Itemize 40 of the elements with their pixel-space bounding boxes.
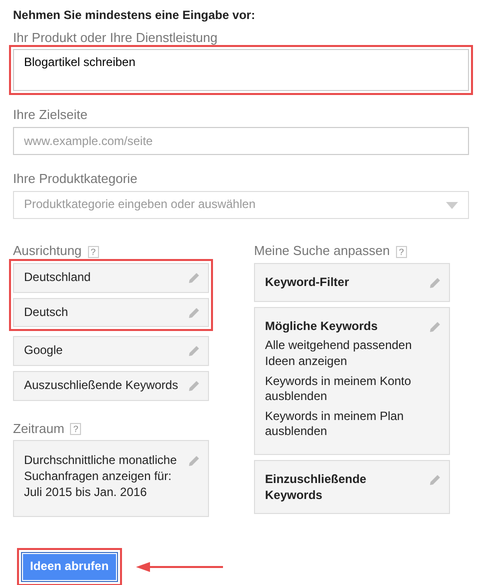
pencil-icon[interactable] [188, 306, 200, 319]
url-field[interactable]: www.example.com/seite [13, 127, 469, 156]
pencil-icon[interactable] [188, 345, 200, 358]
section-label: Ausrichtung [13, 243, 82, 260]
item-label: Deutsch [24, 304, 68, 320]
pencil-icon[interactable] [429, 277, 441, 290]
pencil-icon[interactable] [188, 380, 200, 392]
item-label: Google [24, 343, 63, 359]
help-icon[interactable]: ? [70, 423, 82, 436]
field-label: Ihr Produkt oder Ihre Dienstleistung [13, 30, 218, 46]
product-field[interactable]: Blogartikel schreiben [13, 49, 469, 92]
targeting-item[interactable]: Auszuschließende Keywords [13, 370, 209, 401]
filter-card[interactable]: Einzuschließende Keywords [254, 460, 450, 514]
targeting-item[interactable]: Deutsch [13, 298, 209, 328]
dropdown-arrow-icon [446, 202, 458, 209]
date-range-card[interactable]: Durchschnittliche monatliche Suchanfragen anzeigen für: Juli 2015 bis Jan. 2016 [13, 440, 209, 518]
item-label: Auszuschließende Keywords [24, 378, 178, 394]
card-option: Keywords in meinem Plan ausblenden [265, 408, 426, 440]
card-option: Alle weitgehend passenden Ideen anzeigen [265, 338, 426, 370]
pencil-icon[interactable] [188, 455, 200, 468]
item-label: Deutschland [24, 270, 91, 286]
date-range-text: Durchschnittliche monatliche Suchanfragen anzeigen für: Juli 2015 bis Jan. 2016 [24, 453, 178, 500]
filter-card[interactable]: Keyword-Filter [254, 263, 450, 302]
section-label: Zeitraum [13, 420, 64, 438]
filter-card[interactable]: Mögliche Keywords Alle weitgehend passenden Ideen anzeigen Keywords in meinem Konto ausblenden Keywords in meinem Plan ausblenden [254, 306, 450, 455]
field-label: Ihre Produktkategorie [13, 171, 138, 188]
help-icon[interactable]: ? [88, 246, 99, 258]
card-option: Keywords in meinem Konto ausblenden [265, 374, 426, 405]
card-title: Einzuschließende Keywords [265, 472, 368, 504]
pencil-icon[interactable] [429, 320, 441, 333]
card-title: Mögliche Keywords [265, 318, 379, 334]
form-heading: Nehmen Sie mindestens eine Eingabe vor: [13, 8, 256, 24]
targeting-item[interactable]: Deutschland [13, 263, 209, 293]
card-title: Keyword-Filter [265, 275, 350, 291]
pencil-icon[interactable] [188, 272, 200, 284]
section-label: Meine Suche anpassen [254, 243, 390, 260]
field-label: Ihre Zielseite [13, 107, 88, 124]
targeting-item[interactable]: Google [13, 336, 209, 366]
pencil-icon[interactable] [429, 474, 441, 486]
help-icon[interactable]: ? [396, 246, 407, 258]
